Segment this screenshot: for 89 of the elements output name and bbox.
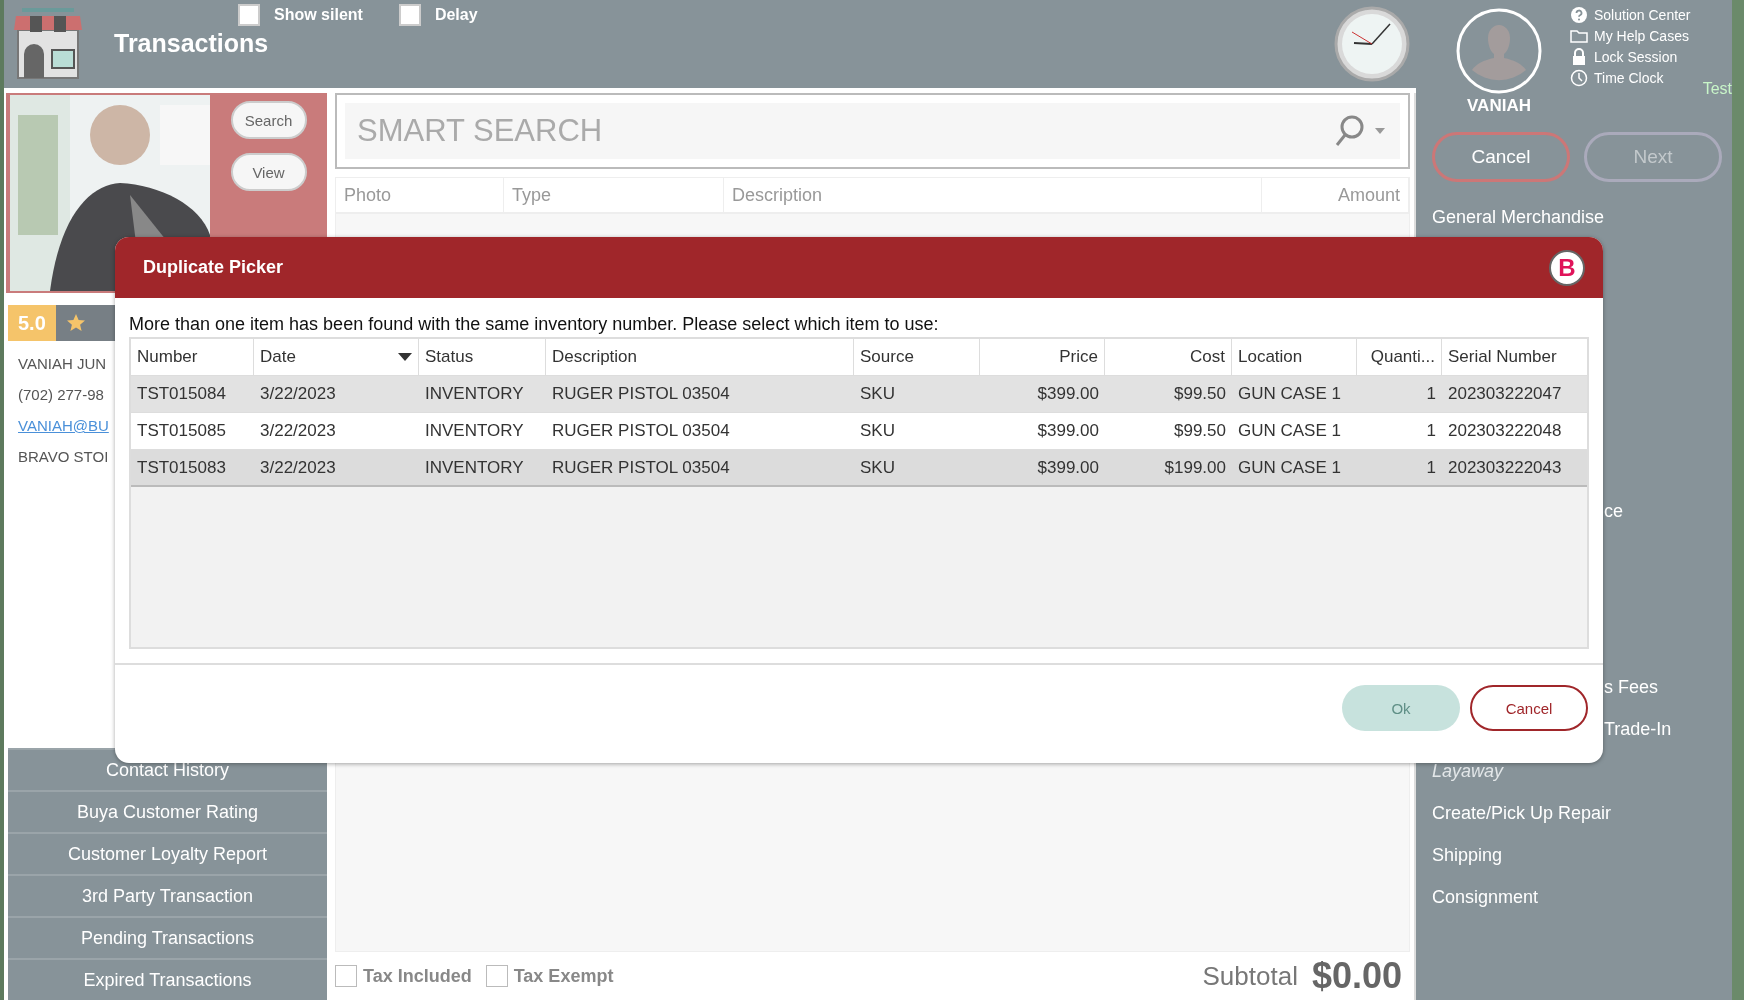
transaction-menu-item[interactable]: Create/Pick Up Repair <box>1432 792 1732 834</box>
tax-checkbox[interactable]: Tax Included <box>335 965 472 987</box>
table-cell-text: $99.50 <box>1173 383 1227 405</box>
customer-menu-item[interactable]: 3rd Party Transaction <box>8 874 327 916</box>
column-header[interactable]: Source <box>854 339 980 375</box>
table-cell-text: GUN CASE 1 <box>1237 420 1342 442</box>
customer-menu-item[interactable]: Buya Customer Rating <box>8 790 327 832</box>
folder-icon <box>1570 27 1588 45</box>
table-cell-text: INVENTORY <box>424 456 525 479</box>
table-cell-text: 202303222048 <box>1447 420 1563 442</box>
column-header[interactable]: Status <box>419 339 546 375</box>
clock-icon <box>1570 69 1588 87</box>
logo-icon: B <box>1549 249 1585 286</box>
subtotal-value: $0.00 <box>1311 955 1402 997</box>
tax-checkbox[interactable]: Tax Exempt <box>485 965 614 987</box>
table-cell-text: 202303222047 <box>1447 383 1563 405</box>
email-link[interactable]: VANIAH@BU <box>18 417 109 434</box>
table-cell-text: TST015085 <box>136 420 227 442</box>
rating-value: 5.0 <box>8 305 56 341</box>
table-cell-text: TST015084 <box>136 383 227 405</box>
column-header[interactable]: Quanti... <box>1357 339 1442 375</box>
photo-button[interactable]: View <box>230 153 307 191</box>
customer-detail: BRAVO STOI <box>18 448 109 465</box>
table-cell-text: $99.50 <box>1173 420 1227 442</box>
table-cell-text: 202303222043 <box>1447 456 1563 479</box>
column-header[interactable]: Price <box>980 339 1105 375</box>
transaction-menu-item[interactable]: Consignment <box>1432 876 1732 918</box>
table-cell-text: RUGER PISTOL 03504 <box>551 456 731 479</box>
checkbox-option[interactable]: Show silent <box>238 4 363 26</box>
help-link[interactable]: My Help Cases <box>1570 27 1691 45</box>
lock-icon <box>1570 48 1588 66</box>
column-header[interactable]: Description <box>546 339 854 375</box>
column-header[interactable]: Date <box>254 339 419 375</box>
customer-menu-item[interactable]: Pending Transactions <box>8 916 327 958</box>
star-icon <box>65 313 86 333</box>
help-link[interactable]: Time Clock <box>1570 69 1691 87</box>
table-cell-text: TST015083 <box>136 456 227 479</box>
table-cell-text: SKU <box>859 456 896 479</box>
table-cell-text: RUGER PISTOL 03504 <box>551 383 731 405</box>
column-header[interactable]: Cost <box>1105 339 1232 375</box>
wall-clock-icon <box>1334 6 1410 82</box>
table-cell-text: GUN CASE 1 <box>1237 383 1342 405</box>
table-cell-text: INVENTORY <box>424 420 525 442</box>
cancel-button[interactable]: Cancel <box>1470 685 1588 731</box>
table-cell-text: 3/22/2023 <box>259 383 337 405</box>
cancel-button[interactable]: Cancel <box>1432 132 1570 182</box>
help-icon <box>1570 6 1588 24</box>
checkbox-option[interactable]: Delay <box>398 4 478 26</box>
avatar-icon[interactable] <box>1456 8 1542 94</box>
help-link[interactable]: Solution Center <box>1570 6 1691 24</box>
search-field[interactable]: SMART SEARCH <box>345 103 1320 159</box>
column-header: Description <box>724 178 1262 212</box>
table-cell-text: 1 <box>1425 420 1437 442</box>
table-cell-text: $399.00 <box>1036 383 1100 405</box>
column-header[interactable]: Number <box>131 339 254 375</box>
table-cell-text: SKU <box>859 383 896 405</box>
table-cell-text: SKU <box>859 420 896 442</box>
column-header: Photo <box>336 178 504 212</box>
transaction-menu-item[interactable]: General Merchandise <box>1432 196 1732 238</box>
transaction-menu-item[interactable]: Shipping <box>1432 834 1732 876</box>
photo-button[interactable]: Search <box>230 101 307 139</box>
customer-detail: VANIAH JUN <box>18 355 107 372</box>
customer-menu-item[interactable]: Customer Loyalty Report <box>8 832 327 874</box>
page-title: Transactions <box>114 29 270 58</box>
table-cell-text: INVENTORY <box>424 383 525 405</box>
sort-caret-icon <box>398 353 412 361</box>
table-cell-text: $199.00 <box>1163 456 1227 479</box>
table-cell-text: $399.00 <box>1036 456 1100 479</box>
column-header: Type <box>504 178 724 212</box>
customer-detail: (702) 277-98 <box>18 386 104 403</box>
user-name: VANIAH <box>1467 96 1531 116</box>
customer-menu-item[interactable]: Expired Transactions <box>8 958 327 1000</box>
table-cell-text: RUGER PISTOL 03504 <box>551 420 731 442</box>
column-header: Amount <box>1262 178 1409 212</box>
environment-label: Test <box>1702 80 1732 98</box>
table-cell-text: GUN CASE 1 <box>1237 456 1342 479</box>
help-link[interactable]: Lock Session <box>1570 48 1691 66</box>
column-header[interactable]: Serial Number <box>1442 339 1588 375</box>
search-icon[interactable] <box>1335 115 1365 147</box>
table-cell-text: $399.00 <box>1036 420 1100 442</box>
column-header[interactable]: Location <box>1232 339 1357 375</box>
dropdown-caret-icon[interactable] <box>1375 128 1385 134</box>
dialog-title: Duplicate Picker <box>143 257 284 278</box>
table-cell-text: 1 <box>1425 456 1437 479</box>
table-cell-text: 3/22/2023 <box>259 420 337 442</box>
table-cell-text: 1 <box>1425 383 1437 405</box>
dialog-message: More than one item has been found with the same inventory number. Please select which item to use: <box>129 314 940 335</box>
table-cell-text: 3/22/2023 <box>259 456 337 479</box>
subtotal-label: Subtotal <box>1202 960 1298 992</box>
